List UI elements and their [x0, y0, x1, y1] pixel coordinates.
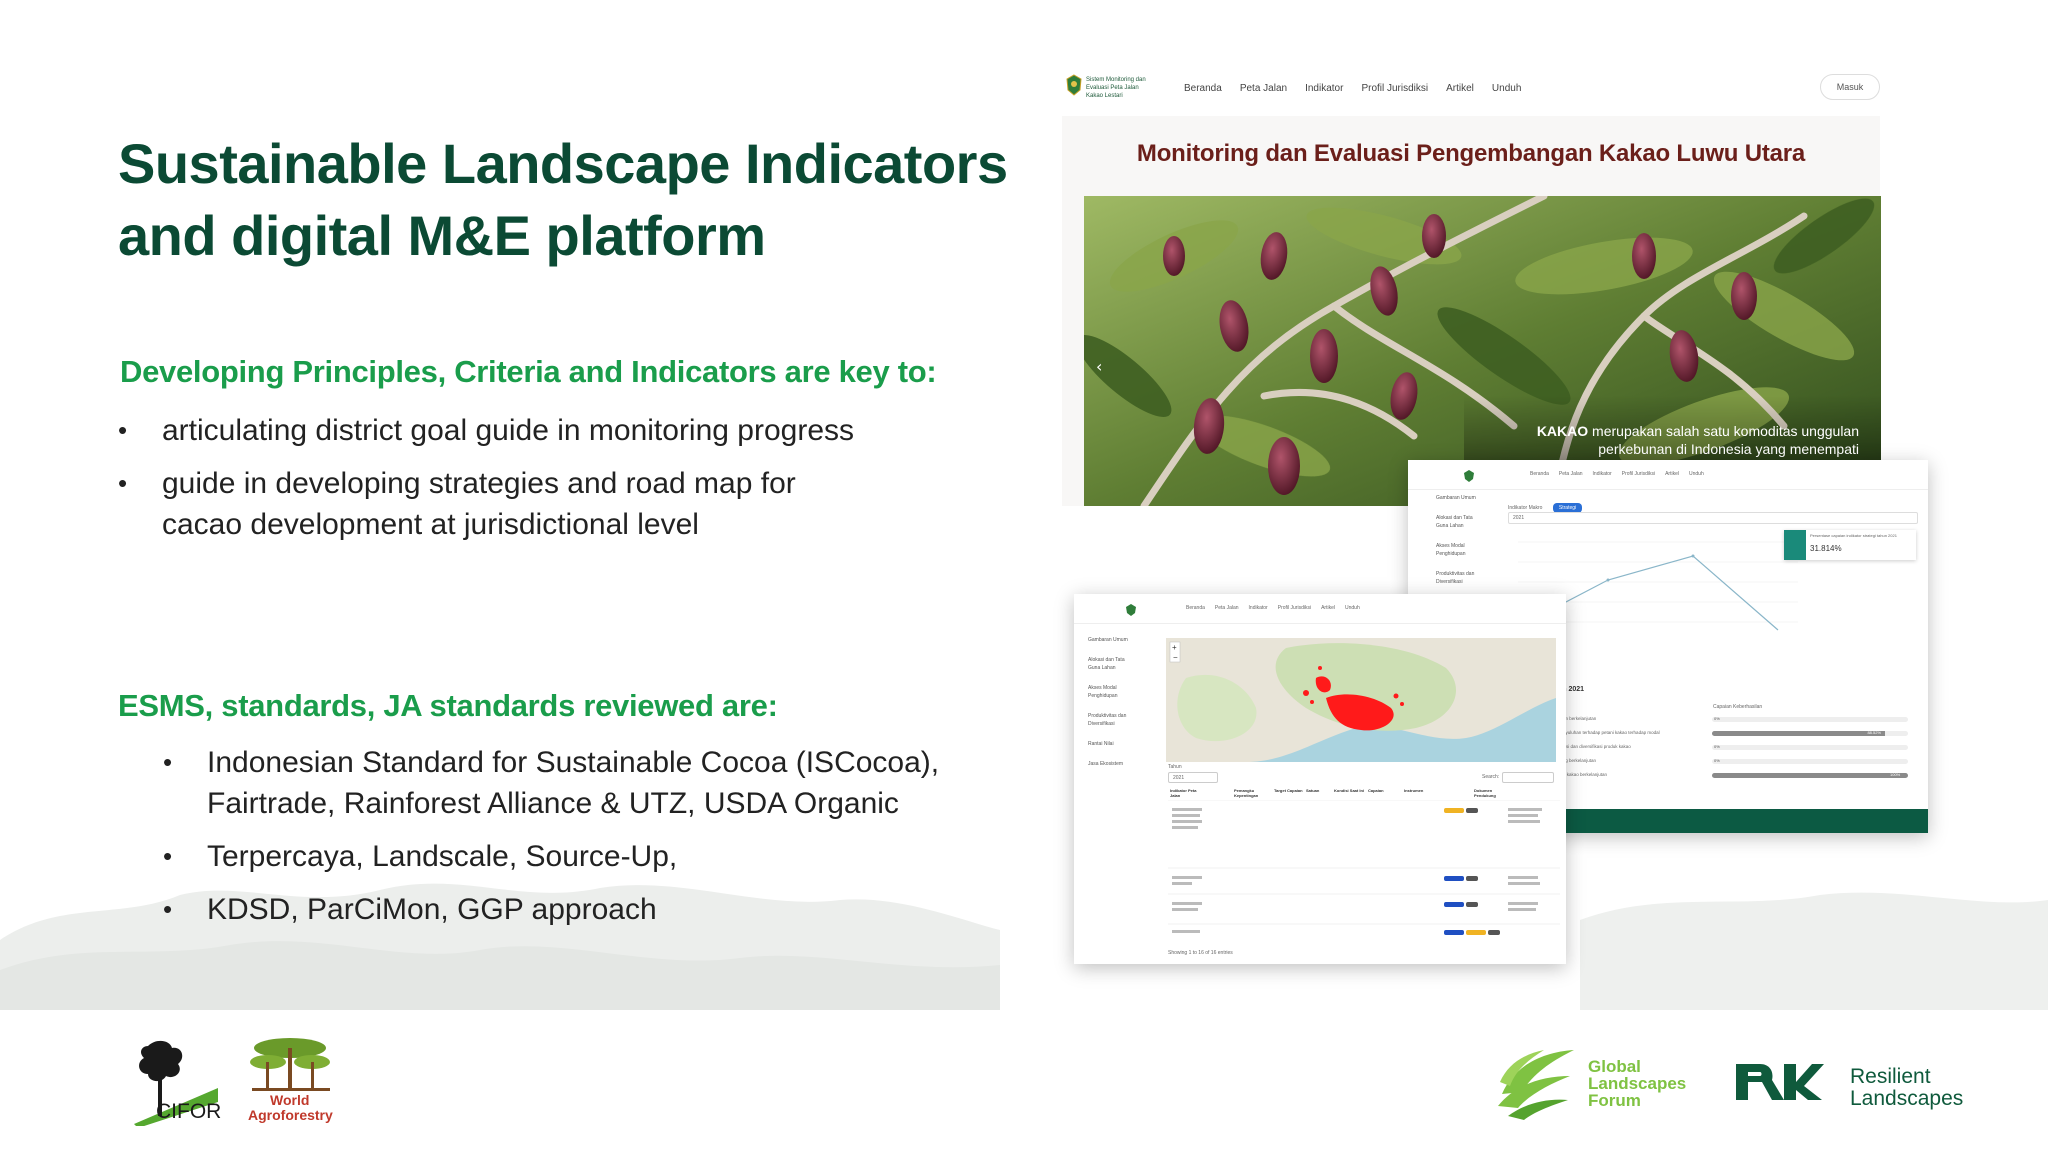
achievement-value: 88.52% — [1867, 730, 1882, 735]
tab-indikator-makro[interactable]: Indikator Makro — [1508, 505, 1542, 511]
achievement-progress-bar — [1712, 717, 1908, 722]
menu-beranda[interactable]: Beranda — [1184, 83, 1222, 94]
table-column-header[interactable]: Instrumen — [1404, 788, 1440, 793]
bullet-item: Terpercaya, Landscale, Source-Up, — [163, 836, 1007, 877]
stat-value: 31.814% — [1810, 544, 1842, 553]
global-landscapes-forum-logo: Global Landscapes Forum — [1494, 1046, 1694, 1122]
site-brand: Sistem Monitoring dan Evaluasi Peta Jala… — [1086, 77, 1146, 99]
achievement-progress-bar — [1712, 759, 1908, 764]
year-select[interactable]: 2021 — [1508, 512, 1918, 524]
bullet-item: articulating district goal guide in moni… — [118, 410, 882, 451]
bullet-item: Indonesian Standard for Sustainable Coco… — [163, 742, 1007, 824]
login-button[interactable]: Masuk — [1820, 74, 1880, 100]
mini-navbar: Beranda Peta Jalan Indikator Profil Jurisdi… — [1074, 594, 1566, 624]
regency-emblem-icon — [1464, 470, 1474, 482]
achievement-label: penyuluhan terhadap petani kakao terhada… — [1558, 730, 1660, 735]
website-screenshot: Sistem Monitoring dan Evaluasi Peta Jala… — [1062, 66, 1881, 506]
table-rows — [1168, 800, 1560, 935]
menu-profil-jurisdiksi[interactable]: Profil Jurisdiksi — [1361, 83, 1428, 94]
jurisdiction-map[interactable]: + − — [1166, 638, 1556, 762]
table-column-header[interactable]: Target Capaian — [1274, 788, 1310, 793]
mini-sidebar: Gambaran Umum Alokasi dan Tata Guna Laha… — [1088, 637, 1128, 767]
slide-title: Sustainable Landscape Indicators and dig… — [118, 132, 1008, 267]
svg-text:−: − — [1173, 653, 1178, 662]
table-footer: Showing 1 to 16 of 16 entries — [1168, 950, 1233, 956]
regency-emblem-icon — [1126, 604, 1136, 616]
year-select[interactable]: 2021 — [1168, 772, 1218, 783]
site-menu: Beranda Peta Jalan Indikator Profil Juri… — [1184, 83, 1521, 94]
mini-menu: Beranda Peta Jalan Indikator Profil Jurisdi… — [1530, 471, 1704, 477]
achievement-value: 0% — [1714, 716, 1720, 721]
menu-artikel[interactable]: Artikel — [1446, 83, 1474, 94]
achievement-value: 0% — [1714, 758, 1720, 763]
stat-card: Persentase capaian indikator strategi ta… — [1784, 530, 1916, 560]
achievement-value: 100% — [1890, 772, 1901, 777]
mini-menu: Beranda Peta Jalan Indikator Profil Jurisdi… — [1186, 605, 1360, 611]
table-column-header[interactable]: Indikator Peta Jalan — [1170, 788, 1206, 798]
cifor-logo: CIFOR — [126, 1036, 222, 1128]
bullet-item: KDSD, ParCiMon, GGP approach — [163, 889, 1007, 930]
section1-heading: Developing Principles, Criteria and Indi… — [120, 354, 937, 389]
site-navbar: Sistem Monitoring dan Evaluasi Peta Jala… — [1062, 66, 1880, 116]
mini-navbar: Beranda Peta Jalan Indikator Profil Jurisdi… — [1408, 460, 1928, 490]
achievement-label: ifikasi dan diversifikasi produk kakao — [1558, 744, 1631, 749]
menu-peta-jalan[interactable]: Peta Jalan — [1240, 83, 1287, 94]
chart-bars-icon — [1784, 530, 1806, 560]
section2-heading: ESMS, standards, JA standards reviewed a… — [118, 688, 778, 723]
svg-text:‹: ‹ — [1096, 357, 1102, 376]
table-column-header[interactable]: Capaian — [1368, 788, 1404, 793]
site-heading: Monitoring dan Evaluasi Pengembangan Kak… — [1136, 140, 1806, 167]
resilient-landscapes-logo: Resilient Landscapes — [1734, 1060, 1974, 1120]
menu-indikator[interactable]: Indikator — [1305, 83, 1343, 94]
achievement-value: 0% — [1714, 744, 1720, 749]
search-input[interactable] — [1502, 772, 1554, 783]
table-column-header[interactable]: Kondisi Saat Ini — [1334, 788, 1370, 793]
section1-bullets: articulating district goal guide in moni… — [118, 410, 882, 557]
achievement-progress-bar — [1712, 745, 1908, 750]
menu-unduh[interactable]: Unduh — [1492, 83, 1521, 94]
hero-caption: KAKAO merupakan salah satu komoditas ung… — [1536, 423, 1859, 457]
table-column-header[interactable]: Pemangku Kepentingan — [1234, 788, 1270, 798]
mini-sidebar: Gambaran Umum Alokasi dan Tata Guna Laha… — [1436, 495, 1476, 585]
regency-emblem-icon — [1066, 74, 1082, 96]
achievement-progress-bar — [1712, 773, 1908, 778]
world-agroforestry-logo: World Agroforestry — [246, 1034, 336, 1124]
section2-bullets: Indonesian Standard for Sustainable Coco… — [163, 742, 1007, 942]
bullet-item: guide in developing strategies and road … — [118, 463, 882, 545]
table-column-header[interactable]: Dokumen Pendukung — [1474, 788, 1510, 798]
dashboard-map-screenshot: Beranda Peta Jalan Indikator Profil Jurisdi… — [1074, 594, 1566, 964]
svg-text:+: + — [1172, 643, 1177, 652]
